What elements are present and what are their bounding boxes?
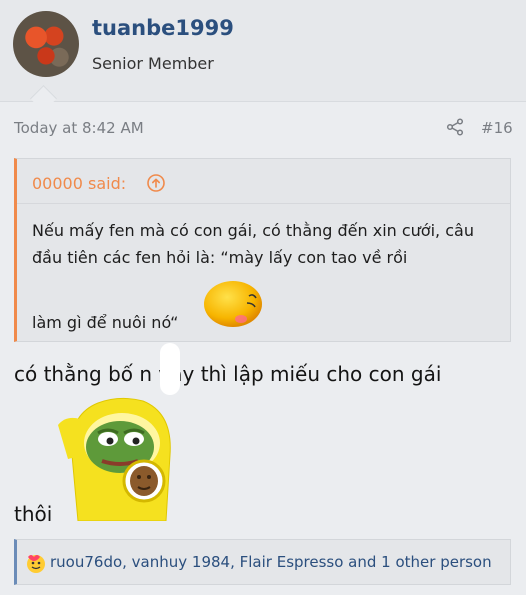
post-number-link[interactable]: #16: [481, 119, 513, 137]
reaction-icon: [27, 555, 45, 573]
quote-block: 00000 said: Nếu mấy fen mà có con gái, c…: [14, 158, 511, 342]
pepe-sticker: [58, 397, 171, 521]
arrow-up-circle-icon[interactable]: [146, 173, 166, 193]
post-timestamp[interactable]: Today at 8:42 AM: [14, 119, 144, 137]
emoji-sweat-icon: [204, 281, 262, 327]
redaction-mark: [160, 343, 180, 395]
username-link[interactable]: tuanbe1999: [92, 16, 234, 40]
reactions-bar[interactable]: ruou76do, vanhuy 1984, Flair Espresso an…: [14, 539, 511, 585]
post-body-line-2: thôi: [14, 502, 53, 526]
quote-divider: [17, 203, 510, 204]
quote-text-last-line: làm gì để nuôi nó“: [32, 313, 179, 332]
share-icon[interactable]: [446, 118, 464, 136]
post-body-line-1: có thằng bố n vậy thì lập miếu cho con g…: [14, 362, 442, 386]
post-user-header: tuanbe1999 Senior Member: [0, 0, 526, 102]
quote-author-label[interactable]: 00000 said:: [32, 174, 126, 193]
quote-text: Nếu mấy fen mà có con gái, có thằng đến …: [32, 221, 474, 267]
reactions-list-link[interactable]: ruou76do, vanhuy 1984, Flair Espresso an…: [50, 553, 492, 571]
avatar[interactable]: [13, 11, 79, 77]
user-title: Senior Member: [92, 54, 214, 73]
